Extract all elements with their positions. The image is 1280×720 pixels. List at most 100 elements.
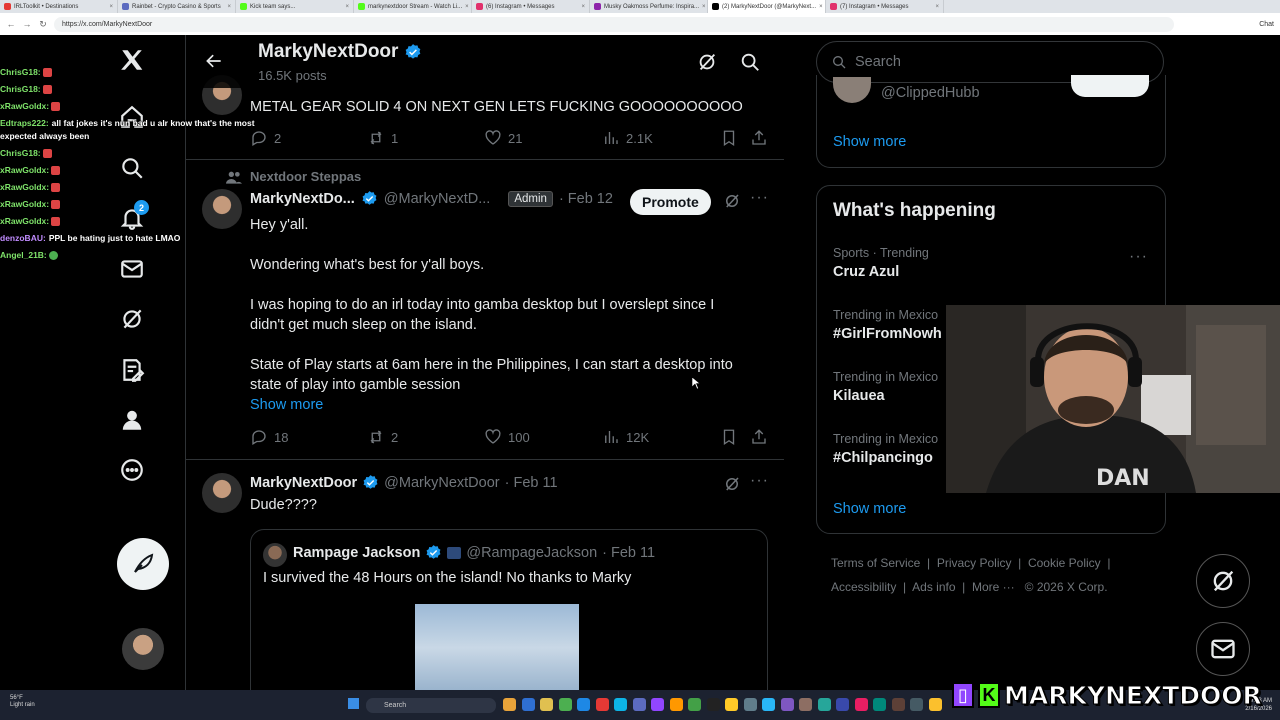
taskbar-app-icon[interactable] — [836, 698, 849, 711]
reload-icon[interactable]: ↻ — [38, 19, 48, 30]
repost-button[interactable]: 1 — [367, 129, 398, 147]
quoted-tweet[interactable]: Rampage Jackson @RampageJackson · Feb 11… — [250, 529, 768, 690]
tab-close-icon[interactable]: × — [345, 4, 349, 10]
browser-tab[interactable]: (6) Instagram • Messages × — [472, 0, 590, 13]
taskbar-app-icon[interactable] — [651, 698, 664, 711]
taskbar-app-icon[interactable] — [540, 698, 553, 711]
show-more-trends-link[interactable]: Show more — [833, 501, 906, 517]
author-handle[interactable]: @MarkyNextD... — [384, 191, 491, 207]
browser-tab[interactable]: Musky Oakmoss Perfume: Inspira... × — [590, 0, 708, 13]
taskbar-app-icon[interactable] — [743, 698, 757, 711]
show-more-follow-link[interactable]: Show more — [833, 134, 906, 150]
taskbar-app-icon[interactable] — [688, 698, 701, 711]
author-name[interactable]: MarkyNextDoor — [250, 475, 357, 491]
grok-icon[interactable] — [117, 304, 147, 334]
terms-link[interactable]: Terms of Service — [831, 556, 920, 570]
taskbar-app-icon[interactable] — [817, 698, 831, 711]
trend-item[interactable]: Trending in Mexico Kilauea — [833, 370, 938, 404]
like-button[interactable]: 100 — [484, 428, 530, 446]
tweet-more-icon[interactable]: ··· — [750, 189, 769, 207]
tweet-more-icon[interactable]: ··· — [750, 472, 769, 490]
grok-explain-icon[interactable] — [723, 192, 741, 210]
share-button[interactable] — [750, 129, 768, 147]
profile-search-icon[interactable] — [739, 51, 761, 73]
repost-button[interactable]: 2 — [367, 428, 398, 446]
author-handle[interactable]: @MarkyNextDoor — [384, 475, 499, 491]
privacy-link[interactable]: Privacy Policy — [937, 556, 1012, 570]
taskbar-app-icon[interactable] — [669, 698, 683, 711]
tab-close-icon[interactable]: × — [109, 4, 113, 10]
taskbar-app-icon[interactable] — [873, 698, 886, 711]
taskbar-app-icon[interactable] — [725, 698, 738, 711]
taskbar-app-icon[interactable] — [503, 698, 516, 711]
chat-button[interactable]: Chat — [1259, 21, 1274, 28]
bookmark-button[interactable] — [720, 428, 738, 446]
accessibility-link[interactable]: Accessibility — [831, 580, 896, 594]
tab-close-icon[interactable]: × — [702, 4, 706, 10]
more-options-icon[interactable] — [117, 455, 147, 485]
grok-header-icon[interactable] — [696, 51, 718, 73]
taskbar-app-icon[interactable] — [762, 698, 775, 711]
browser-tab[interactable]: (7) Instagram • Messages × — [826, 0, 944, 13]
tweet-date[interactable]: · Feb 11 — [505, 475, 558, 491]
profile-person-icon[interactable] — [117, 405, 147, 435]
ads-info-link[interactable]: Ads info — [912, 580, 955, 594]
taskbar-app-icon[interactable] — [595, 698, 609, 711]
browser-tab[interactable]: IRLToolkit • Destinations × — [0, 0, 118, 13]
tab-close-icon[interactable]: × — [227, 4, 231, 10]
taskbar-app-icon[interactable] — [910, 698, 923, 711]
views-button[interactable]: 2.1K — [602, 129, 653, 147]
taskbar-app-icon[interactable] — [614, 698, 627, 711]
taskbar-app-icon[interactable] — [558, 698, 572, 711]
compose-post-button[interactable] — [117, 538, 169, 590]
browser-tab-bar: IRLToolkit • Destinations × Rainbet - Cryp… — [0, 0, 1280, 13]
follow-button[interactable] — [1071, 75, 1149, 97]
tweet-date[interactable]: · Feb 12 — [559, 191, 613, 207]
taskbar-app-icon[interactable] — [780, 698, 794, 711]
tweet-show-more-link[interactable]: Show more — [250, 395, 733, 415]
bookmark-button[interactable] — [720, 129, 738, 147]
browser-tab[interactable]: markynextdoor Stream - Watch Li... × — [354, 0, 472, 13]
like-button[interactable]: 21 — [484, 129, 522, 147]
reply-button[interactable]: 18 — [250, 428, 288, 446]
weather-widget[interactable]: 56°F Light rain — [10, 695, 35, 709]
more-footer-link[interactable]: More ··· — [972, 580, 1015, 594]
taskbar-app-icon[interactable] — [521, 698, 535, 711]
follow-handle[interactable]: @ClippedHubb — [881, 85, 980, 101]
tab-close-icon[interactable]: × — [819, 4, 823, 10]
address-bar[interactable]: https://x.com/MarkyNextDoor — [54, 16, 1174, 32]
taskbar-app-icon[interactable] — [706, 698, 720, 711]
views-button[interactable]: 12K — [602, 428, 649, 446]
trend-more-icon[interactable]: ··· — [1129, 248, 1148, 266]
quoted-image[interactable] — [415, 604, 579, 690]
messages-fab-button[interactable] — [1196, 622, 1250, 676]
trend-item[interactable]: Trending in Mexico #Chilpancingo — [833, 432, 938, 466]
start-windows-icon[interactable] — [348, 698, 359, 709]
taskbar-search[interactable]: Search — [366, 698, 496, 713]
tab-close-icon[interactable]: × — [935, 4, 939, 10]
account-avatar[interactable] — [122, 628, 164, 670]
forward-nav-icon[interactable]: → — [22, 19, 32, 29]
drafts-compose-icon[interactable] — [117, 355, 147, 385]
tab-close-icon[interactable]: × — [581, 4, 585, 10]
trend-item[interactable]: Trending in Mexico #GirlFromNowh — [833, 308, 942, 342]
browser-tab[interactable]: Kick team says... × — [236, 0, 354, 13]
browser-tab[interactable]: (2) MarkyNextDoor (@MarkyNext... × — [708, 0, 826, 13]
taskbar-app-icon[interactable] — [854, 698, 868, 711]
browser-tab[interactable]: Rainbet - Crypto Casino & Sports × — [118, 0, 236, 13]
grok-fab-button[interactable] — [1196, 554, 1250, 608]
promote-button[interactable]: Promote — [630, 189, 711, 215]
cookie-link[interactable]: Cookie Policy — [1028, 556, 1101, 570]
taskbar-app-icon[interactable] — [928, 698, 942, 711]
back-nav-icon[interactable]: ← — [6, 19, 16, 29]
taskbar-app-icon[interactable] — [577, 698, 590, 711]
share-button[interactable] — [750, 428, 768, 446]
follow-avatar[interactable] — [833, 77, 871, 103]
grok-explain-icon[interactable] — [723, 475, 741, 493]
taskbar-app-icon[interactable] — [891, 698, 905, 711]
trend-item[interactable]: Sports · Trending Cruz Azul — [833, 246, 929, 280]
taskbar-app-icon[interactable] — [799, 698, 812, 711]
tweet-avatar[interactable] — [202, 473, 242, 513]
tab-close-icon[interactable]: × — [465, 4, 469, 10]
taskbar-app-icon[interactable] — [632, 698, 646, 711]
